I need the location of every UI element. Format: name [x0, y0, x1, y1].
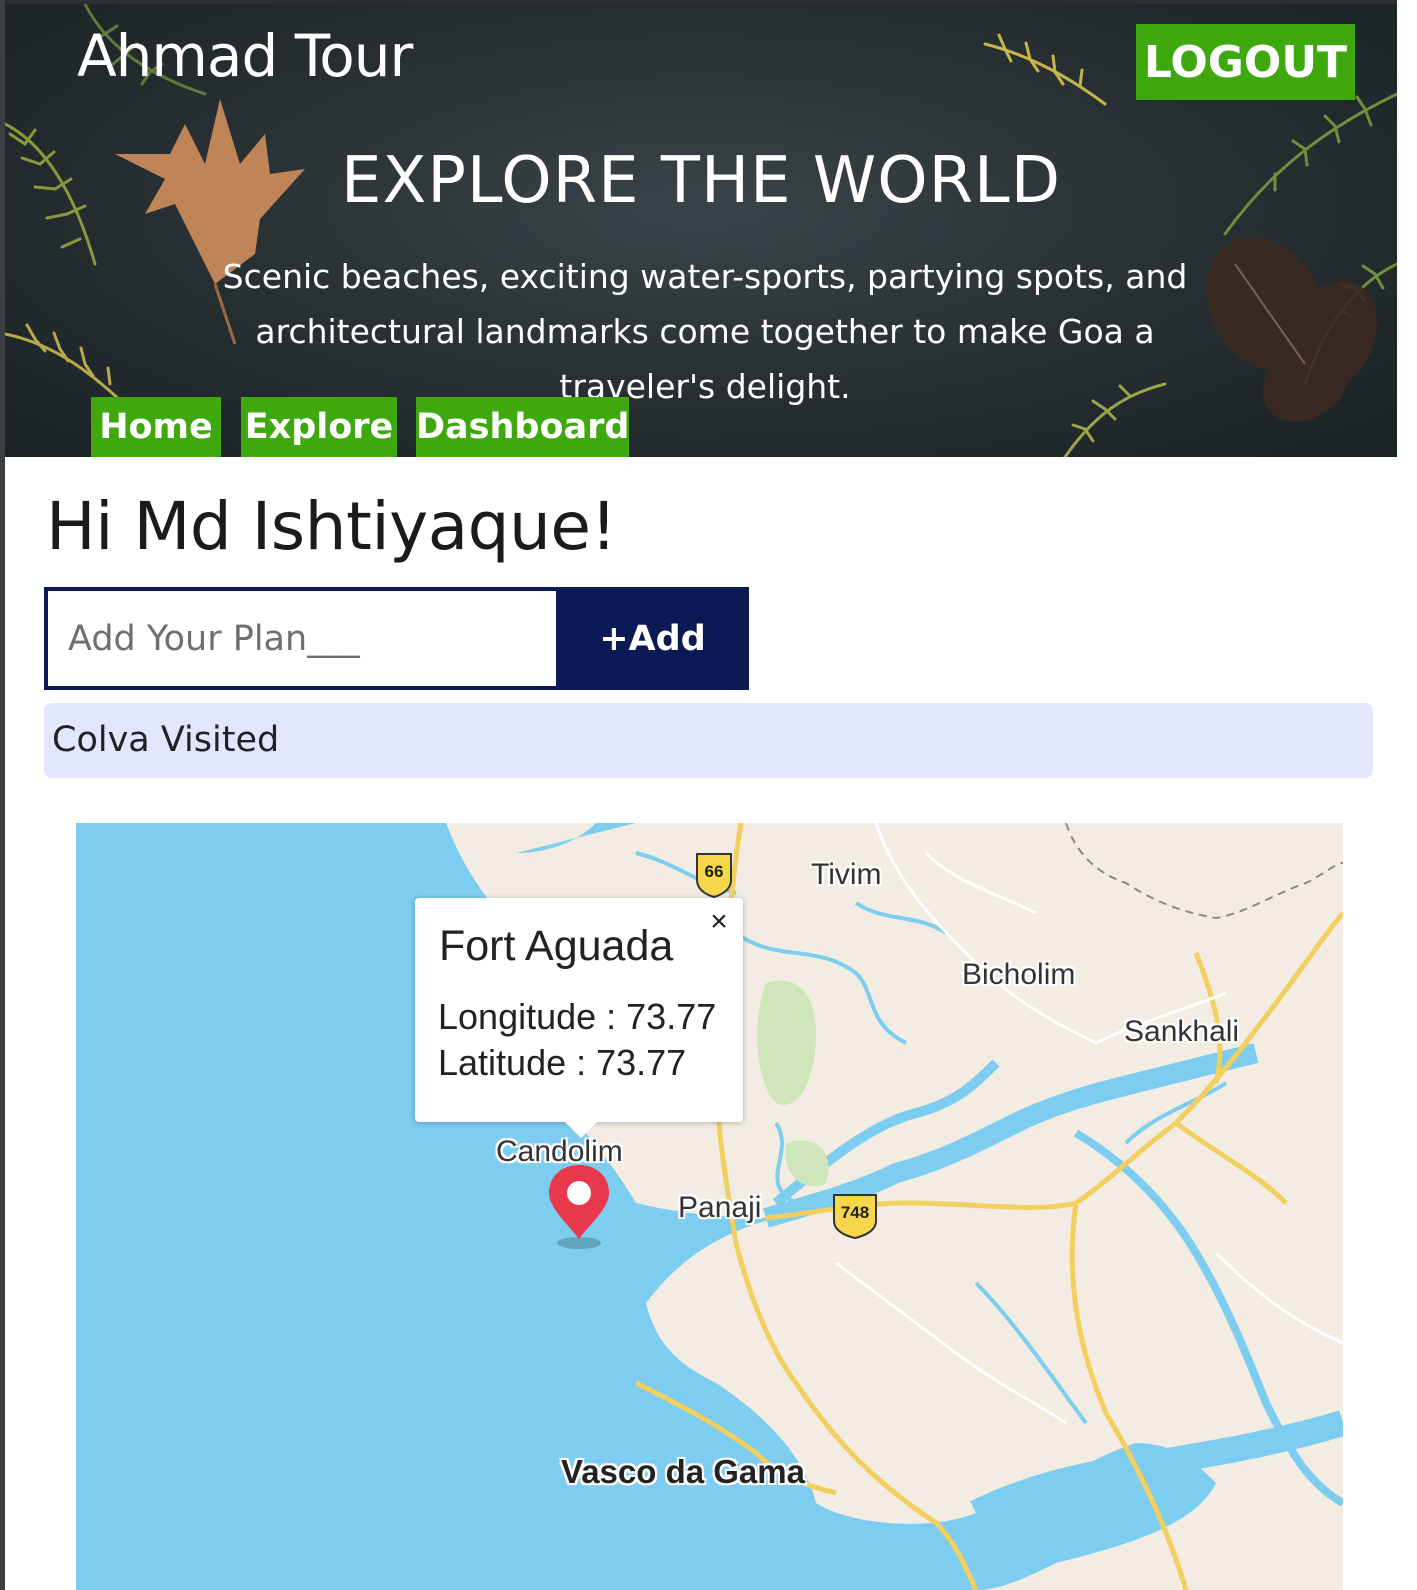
location-popup: × Fort Aguada Longitude : 73.77 Latitude…	[415, 898, 743, 1138]
brand-title[interactable]: Ahmad Tour	[77, 22, 413, 90]
nav-explore[interactable]: Explore	[241, 397, 397, 457]
map-label-panaji: Panaji	[678, 1191, 762, 1224]
highway-66-shield-icon: 66	[695, 850, 733, 898]
hero-title: EXPLORE THE WORLD	[341, 144, 1061, 218]
plan-list-item[interactable]: Colva Visited	[44, 703, 1373, 778]
add-plan-button[interactable]: +Add	[556, 587, 749, 690]
popup-tip	[565, 1122, 597, 1138]
window-right-margin	[1397, 0, 1417, 1590]
map-label-vasco-da-gama: Vasco da Gama	[561, 1453, 805, 1490]
highway-748-shield-icon: 748	[832, 1191, 878, 1239]
highway-748-label: 748	[840, 1203, 870, 1222]
map-label-tivim: Tivim	[811, 858, 882, 891]
nav-home[interactable]: Home	[91, 397, 221, 457]
map-label-sankhali: Sankhali	[1124, 1015, 1240, 1048]
hero-header: Ahmad Tour LOGOUT EXPLORE THE WORLD Scen…	[5, 4, 1397, 457]
highway-66-label: 66	[704, 862, 724, 881]
hero-description: Scenic beaches, exciting water-sports, p…	[222, 257, 1188, 406]
logout-button[interactable]: LOGOUT	[1136, 24, 1355, 100]
popup-close-button[interactable]: ×	[705, 904, 733, 940]
add-plan-form: +Add	[44, 587, 749, 690]
map-label-bicholim: Bicholim	[962, 958, 1076, 991]
popup-title: Fort Aguada	[439, 922, 674, 970]
popup-latitude: Latitude : 73.77	[438, 1042, 687, 1083]
map-view[interactable]: Tivim Bicholim Sankhali Candolim Panaji …	[76, 823, 1343, 1590]
greeting-heading: Hi Md Ishtiyaque!	[46, 488, 617, 565]
plan-input[interactable]	[44, 587, 556, 690]
nav-dashboard[interactable]: Dashboard	[416, 397, 629, 457]
popup-longitude: Longitude : 73.77	[438, 996, 717, 1037]
